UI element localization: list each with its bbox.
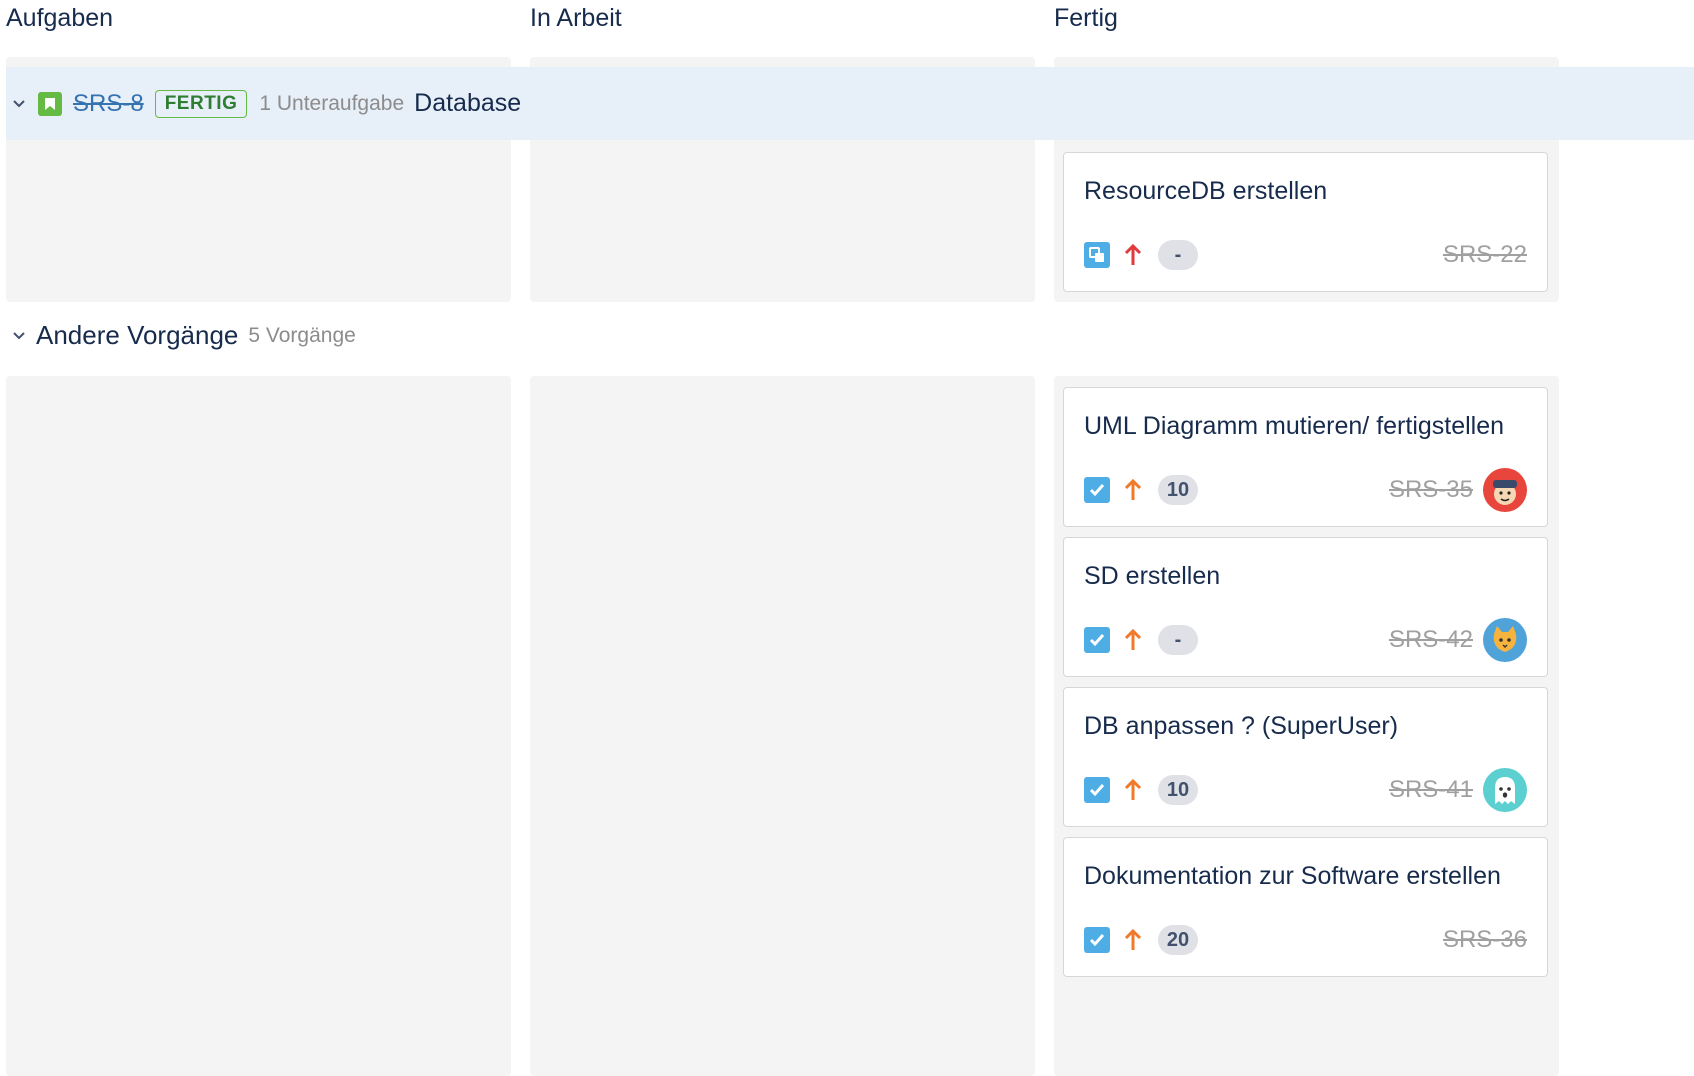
card-key[interactable]: SRS-22: [1443, 241, 1527, 269]
group-count: 5 Vorgänge: [248, 323, 356, 347]
priority-high-arrow-icon: [1122, 242, 1144, 268]
task-checkbox-icon: [1084, 477, 1110, 503]
issue-card[interactable]: Dokumentation zur Software erstellen 20 …: [1063, 837, 1548, 977]
priority-medium-arrow-icon: [1122, 927, 1144, 953]
column-header-in-arbeit: In Arbeit: [530, 4, 622, 32]
priority-medium-arrow-icon: [1122, 627, 1144, 653]
card-title: DB anpassen ? (SuperUser): [1084, 712, 1399, 740]
story-summary: Database: [414, 89, 522, 117]
priority-medium-arrow-icon: [1122, 477, 1144, 503]
issue-card[interactable]: UML Diagramm mutieren/ fertigstellen 10 …: [1063, 387, 1548, 527]
card-key[interactable]: SRS-42: [1389, 626, 1473, 654]
task-checkbox-icon: [1084, 777, 1110, 803]
status-badge: FERTIG: [154, 89, 248, 118]
card-title: SD erstellen: [1084, 562, 1221, 590]
subtask-icon: [1084, 242, 1110, 268]
card-key[interactable]: SRS-35: [1389, 476, 1473, 504]
column-header-fertig: Fertig: [1054, 4, 1118, 32]
card-title: Dokumentation zur Software erstellen: [1084, 862, 1501, 890]
avatar-boy-icon[interactable]: [1483, 468, 1527, 512]
card-key[interactable]: SRS-36: [1443, 926, 1527, 954]
avatar-ghost-icon[interactable]: [1483, 768, 1527, 812]
other-issues-swimlane-header[interactable]: Andere Vorgänge 5 Vorgänge: [6, 320, 356, 351]
column-in-arbeit-other-lane[interactable]: [530, 376, 1035, 1076]
subtask-count: 1 Unteraufgabe: [259, 91, 405, 115]
column-header-aufgaben: Aufgaben: [6, 4, 114, 32]
estimate-badge: 10: [1158, 475, 1198, 505]
story-swimlane-header[interactable]: SRS-8 FERTIG 1 Unteraufgabe Database: [6, 67, 1694, 140]
issue-card[interactable]: SD erstellen - SRS-42: [1063, 537, 1548, 677]
issue-card[interactable]: DB anpassen ? (SuperUser) 10 SRS-41: [1063, 687, 1548, 827]
card-key[interactable]: SRS-41: [1389, 776, 1473, 804]
chevron-down-icon[interactable]: [12, 97, 26, 111]
card-title: UML Diagramm mutieren/ fertigstellen: [1084, 412, 1505, 440]
story-bookmark-icon: [38, 91, 62, 116]
estimate-badge: -: [1158, 240, 1198, 270]
avatar-cat-icon[interactable]: [1483, 618, 1527, 662]
story-key-link[interactable]: SRS-8: [73, 90, 144, 118]
card-title: ResourceDB erstellen: [1084, 177, 1328, 205]
estimate-badge: -: [1158, 625, 1198, 655]
priority-medium-arrow-icon: [1122, 777, 1144, 803]
task-checkbox-icon: [1084, 627, 1110, 653]
group-title: Andere Vorgänge: [36, 320, 239, 350]
chevron-down-icon[interactable]: [12, 329, 26, 343]
estimate-badge: 10: [1158, 775, 1198, 805]
column-aufgaben-other-lane[interactable]: [6, 376, 511, 1076]
estimate-badge: 20: [1158, 925, 1198, 955]
issue-card[interactable]: ResourceDB erstellen - SRS-22: [1063, 152, 1548, 292]
task-checkbox-icon: [1084, 927, 1110, 953]
